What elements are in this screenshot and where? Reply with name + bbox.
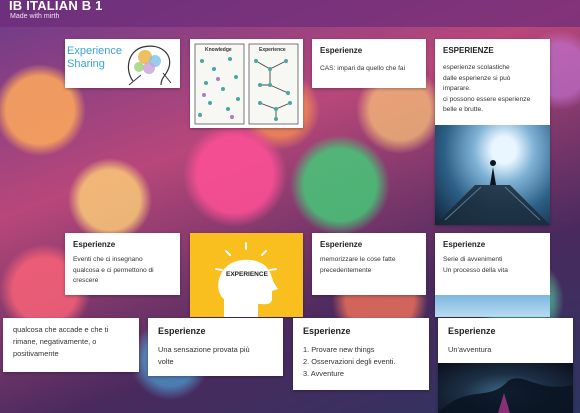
body-line: qualcosa e ci permettono di [73,266,154,274]
body-line: Eventi che ci insegnano [73,256,143,263]
card-serie[interactable]: Esperienze Serie di avvenimenti Un proce… [435,233,550,317]
card-body: Un'avventura [448,345,492,354]
body-line: dalle esperienze si può [443,74,511,82]
experience-label: Experience [259,47,286,53]
head-doodle-icon [127,45,172,86]
body-line: volte [158,357,174,366]
card-body: Eventi che ci insegnano qualcosa e ci pe… [65,249,180,287]
body-line: positivamente [13,349,59,358]
card-eventi[interactable]: Esperienze Eventi che ci insegnano qualc… [65,233,180,295]
card-title: Esperienze [320,46,363,55]
card-body: qualcosa che accade e che ti rimane, neg… [3,318,139,360]
body-line: memorizzare le cose fatte [320,256,396,263]
experience-head-label: EXPERIENCE [226,271,268,278]
page-title: IB ITALIAN B 1 [9,0,103,13]
body-line: Un processo della vita [443,266,508,274]
card-esperienze-scolastiche[interactable]: ESPERIENZE esperienze scolastiche dalle … [435,39,550,225]
path-to-light-image [435,125,550,225]
sky-image-strip [435,295,550,317]
card-title: Esperienze [158,326,206,336]
body-line: Una sensazione provata più [158,345,250,354]
card-cas[interactable]: Esperienze CAS: impari da quello che fai [312,39,426,88]
card-body: 1. Provare new things 2. Osservazioni de… [293,336,429,380]
card-title: Esperienze [73,240,116,249]
body-line: esperienze scolastiche [443,64,510,71]
card-title: ESPERIENZE [443,46,494,55]
body-line: ci possono essere esperienze [443,95,531,103]
card-sensazione[interactable]: Esperienze Una sensazione provata più vo… [148,318,283,376]
experience-sharing-logo: Experience Sharing [67,45,127,71]
page-subtitle: Made with mirth [10,13,60,20]
logo-text-experience: Experience [67,45,123,57]
card-title: Esperienze [443,240,486,249]
padlet-header: IB ITALIAN B 1 Made with mirth [0,0,580,27]
card-body: Serie di avvenimenti Un processo della v… [435,249,550,276]
body-line: belle e brutte. [443,106,483,113]
card-body: CAS: impari da quello che fai [320,65,406,72]
card-provare[interactable]: Esperienze 1. Provare new things 2. Osse… [293,318,429,390]
card-title: Esperienze [320,240,363,249]
body-line: qualcosa che accade e che ti [13,325,109,334]
list-item: 1. Provare new things [303,345,375,354]
logo-text-sharing: Sharing [67,58,105,70]
card-qualcosa[interactable]: qualcosa che accade e che ti rimane, neg… [3,318,139,372]
wave-figure-icon [438,378,573,413]
card-memorizzare[interactable]: Esperienze memorizzare le cose fatte pre… [312,233,426,295]
card-experience-head[interactable]: EXPERIENCE [190,233,303,317]
body-line: rimane, negativamente, o [13,337,97,346]
card-body: Una sensazione provata più volte [148,336,283,368]
body-line: crescere [73,277,99,284]
body-line: precedentemente [320,266,372,274]
card-title: Esperienze [448,326,496,336]
bridge-silhouette-icon [435,160,550,225]
body-line: Serie di avvenimenti [443,256,503,263]
card-title: Esperienze [303,326,351,336]
adventure-image [438,363,573,413]
card-body: esperienze scolastiche dalle esperienze … [435,55,550,116]
knowledge-label: Knowledge [205,47,232,53]
card-avventura[interactable]: Esperienze Un'avventura [438,318,573,413]
body-line: imparare. [443,85,471,92]
card-body: memorizzare le cose fatte precedentement… [312,249,426,276]
list-item: 3. Avventure [303,369,344,378]
list-item: 2. Osservazioni degli eventi. [303,357,396,366]
card-knowledge-experience[interactable]: Knowledge Experience [190,39,303,128]
card-experience-sharing[interactable]: Experience Sharing [65,39,180,88]
